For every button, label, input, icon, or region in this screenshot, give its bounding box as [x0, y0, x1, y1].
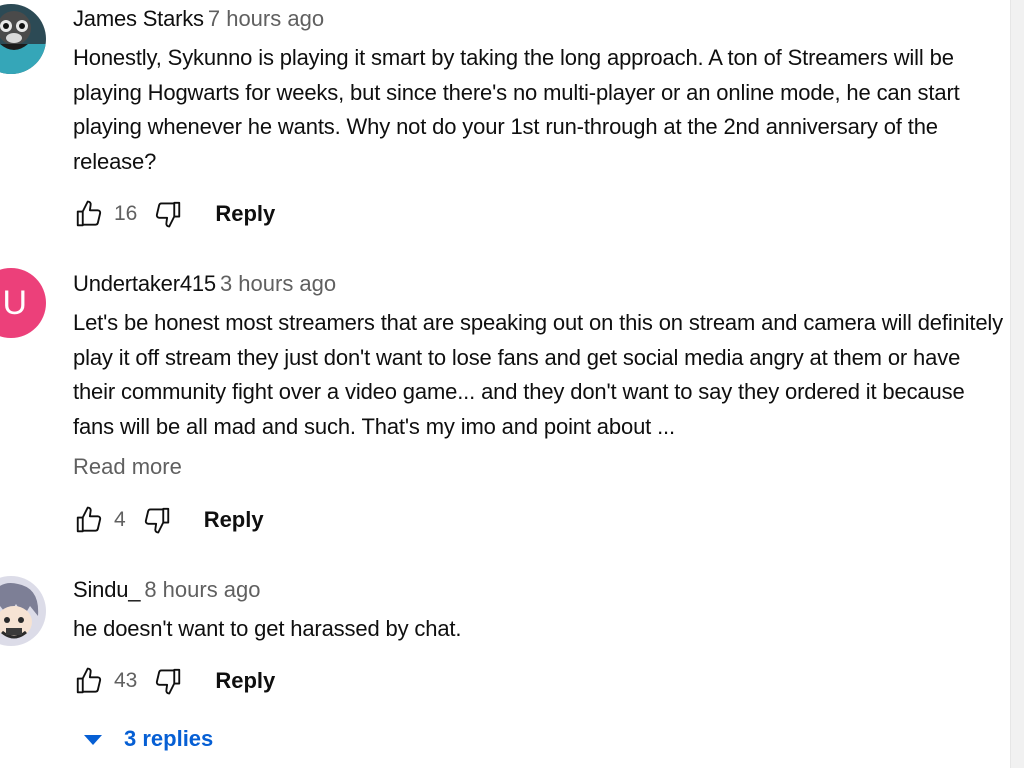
thumbs-up-icon: [76, 200, 102, 227]
like-count: 4: [114, 508, 126, 531]
dislike-button[interactable]: [151, 664, 185, 698]
avatar[interactable]: [0, 576, 46, 646]
dog-photo-avatar-icon: [0, 4, 46, 74]
avatar[interactable]: U: [0, 268, 46, 338]
comment-actions: 43 Reply: [72, 663, 275, 699]
comment-author[interactable]: Undertaker415: [73, 271, 216, 296]
dislike-button[interactable]: [151, 197, 185, 231]
comment-timestamp[interactable]: 3 hours ago: [220, 271, 336, 296]
thumbs-down-icon: [156, 201, 181, 228]
thumbs-up-icon: [76, 506, 102, 533]
reply-button[interactable]: Reply: [215, 197, 275, 231]
thumbs-up-icon: [76, 667, 102, 694]
comment-text: Honestly, Sykunno is playing it smart by…: [73, 45, 960, 174]
view-replies-button[interactable]: 3 replies: [84, 722, 213, 756]
dislike-button[interactable]: [140, 503, 174, 537]
reply-button[interactable]: Reply: [215, 664, 275, 698]
comment-timestamp[interactable]: 7 hours ago: [208, 6, 324, 31]
read-more-link[interactable]: Read more: [73, 453, 182, 481]
scrollbar[interactable]: [1010, 0, 1024, 768]
comment-timestamp[interactable]: 8 hours ago: [144, 577, 260, 602]
comment-header: James Starks 7 hours ago: [73, 5, 324, 33]
thumbs-down-icon: [156, 668, 181, 695]
like-button[interactable]: [72, 197, 106, 231]
comment-author[interactable]: James Starks: [73, 6, 204, 31]
replies-count-label: 3 replies: [124, 726, 214, 751]
comment-header: Undertaker415 3 hours ago: [73, 270, 336, 298]
comment-header: Sindu_ 8 hours ago: [73, 576, 261, 604]
comment-text: Let's be honest most streamers that are …: [73, 310, 1004, 439]
thumbs-down-icon: [144, 507, 169, 534]
reply-button[interactable]: Reply: [204, 503, 264, 537]
comment-actions: 16 Reply: [72, 196, 275, 232]
comment-actions: 4 Reply: [72, 502, 264, 538]
like-button[interactable]: [72, 664, 106, 698]
anime-character-avatar-icon: [0, 576, 46, 646]
avatar[interactable]: [0, 4, 46, 74]
comment-text: he doesn't want to get harassed by chat.: [73, 616, 462, 641]
comments-section: James Starks 7 hours ago Honestly, Sykunn…: [0, 0, 1024, 768]
caret-down-icon: [84, 735, 102, 745]
comment-author[interactable]: Sindu_: [73, 577, 141, 602]
like-count: 16: [114, 202, 138, 225]
like-count: 43: [114, 669, 138, 692]
like-button[interactable]: [72, 503, 106, 537]
